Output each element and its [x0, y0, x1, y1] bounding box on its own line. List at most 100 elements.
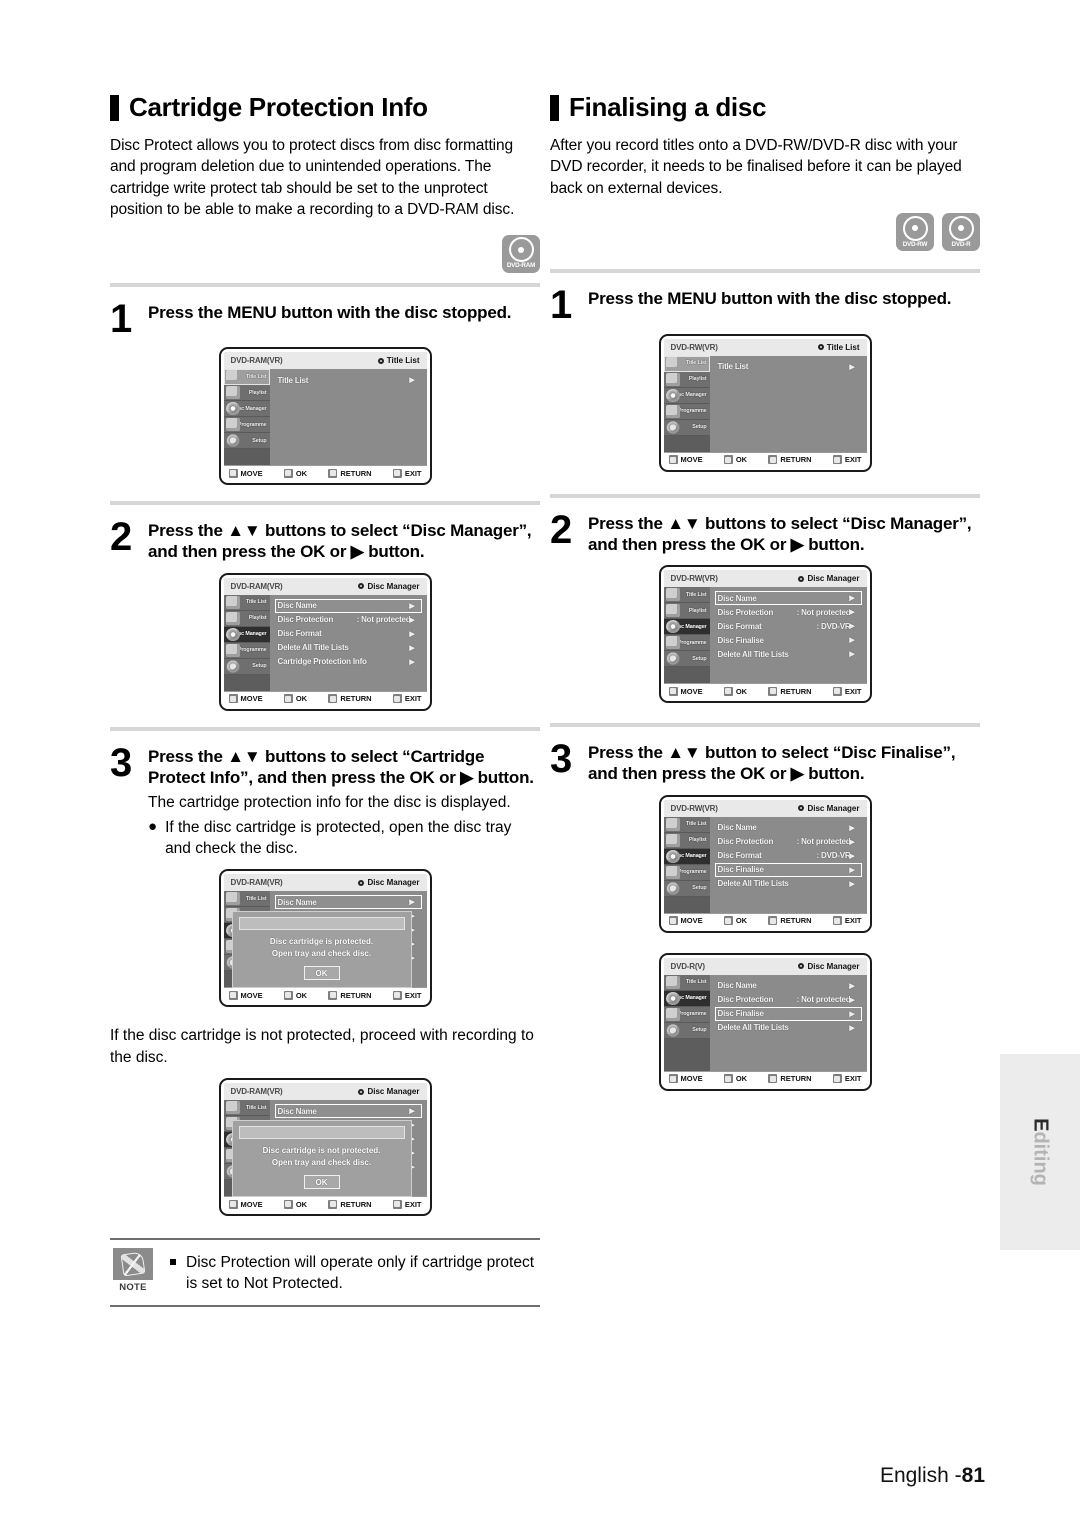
- osd-menu-row-disc-protection[interactable]: Disc Protection: Not protected▶: [715, 993, 862, 1007]
- programme-icon: [225, 643, 240, 657]
- disc-manager-icon: [665, 620, 680, 634]
- dialog-title-bar: [238, 1126, 405, 1140]
- bullet-dot-icon: ●: [148, 817, 158, 835]
- sidebar-item-disc-manager[interactable]: Disc Manager: [663, 619, 710, 636]
- osd-menu-row-disc-protection[interactable]: Disc Protection: Not protected▶: [275, 613, 422, 627]
- left-intro-paragraph: Disc Protect allows you to protect discs…: [110, 137, 515, 219]
- right-step-1: 1 Press the MENU button with the disc st…: [550, 285, 980, 325]
- sidebar-label: Programme: [677, 408, 707, 415]
- title-list-icon: [225, 370, 240, 384]
- osd-menu-row-disc-name[interactable]: Disc Name: ▶: [715, 979, 862, 993]
- osd-menu-row-disc-name[interactable]: Disc Name: ▶: [274, 895, 422, 910]
- sidebar-item-setup[interactable]: Setup: [663, 419, 710, 436]
- osd-titlebar: DVD-RW(VR) Disc Manager: [663, 799, 867, 817]
- menu-row-value: : Not protected: [796, 837, 851, 847]
- sidebar-item-playlist[interactable]: Playlist: [663, 371, 710, 388]
- sidebar-item-title-list[interactable]: Title List: [223, 369, 270, 386]
- sidebar-item-programme[interactable]: Programme: [663, 635, 710, 652]
- sidebar-item-playlist[interactable]: Playlist: [223, 610, 270, 627]
- sidebar-item-playlist[interactable]: Playlist: [223, 385, 270, 402]
- title-list-icon: [225, 1101, 240, 1115]
- side-tab-rest: diting: [1029, 1131, 1052, 1186]
- right-step-2: 2 Press the ▲▼ buttons to select “Disc M…: [550, 510, 980, 555]
- sidebar-item-title-list[interactable]: Title List: [223, 891, 270, 908]
- return-key-icon: [768, 686, 778, 696]
- osd-menu-row-disc-name[interactable]: Disc Name: ▶: [274, 598, 422, 613]
- sidebar-item-title-list[interactable]: Title List: [663, 355, 710, 372]
- osd-menu-row-disc-name[interactable]: Disc Name: ▶: [714, 591, 862, 606]
- page-footer: English -81: [880, 1464, 985, 1488]
- pencil-icon: [120, 1251, 146, 1277]
- osd-menu-row-disc-finalise[interactable]: Disc Finalise ▶: [715, 633, 862, 647]
- key-exit: EXIT: [392, 1199, 422, 1209]
- dialog-ok-button[interactable]: OK: [303, 966, 340, 981]
- osd-menu-row-disc-finalise[interactable]: Disc Finalise ▶: [714, 1006, 862, 1021]
- osd-menu-row-disc-format[interactable]: Disc Format ▶: [275, 627, 422, 641]
- osd-menu-row-disc-name[interactable]: Disc Name: ▶: [715, 821, 862, 835]
- sidebar-item-disc-manager[interactable]: Disc Manager: [663, 990, 710, 1007]
- osd-menu-row[interactable]: Title List ▶: [275, 373, 422, 387]
- sidebar-item-playlist[interactable]: Playlist: [663, 832, 710, 849]
- osd-menu-row-disc-protection[interactable]: Disc Protection: Not protected▶: [715, 835, 862, 849]
- osd-menu-row-disc-format[interactable]: Disc Format: DVD-VR ▶: [715, 619, 862, 633]
- sidebar-label: Setup: [692, 424, 707, 431]
- disc-manager-icon: [665, 849, 680, 863]
- sidebar-label: Playlist: [688, 607, 707, 614]
- osd-menu-row-delete-all[interactable]: Delete All Title Lists ▶: [715, 647, 862, 661]
- menu-row-label: Delete All Title Lists: [717, 1023, 789, 1033]
- sidebar-item-setup[interactable]: Setup: [223, 433, 270, 450]
- sidebar-item-title-list[interactable]: Title List: [223, 1100, 270, 1117]
- sidebar-item-disc-manager[interactable]: Disc Manager: [223, 626, 270, 643]
- sidebar-item-setup[interactable]: Setup: [663, 880, 710, 897]
- sidebar-item-disc-manager[interactable]: Disc Manager: [663, 387, 710, 404]
- osd-menu-row-delete-all[interactable]: Delete All Title Lists ▶: [275, 641, 422, 655]
- sidebar-item-programme[interactable]: Programme: [663, 1006, 710, 1023]
- osd-titlebar: DVD-RAM(VR) Disc Manager: [223, 577, 427, 595]
- dialog-ok-button[interactable]: OK: [303, 1175, 340, 1190]
- sidebar-item-programme[interactable]: Programme: [223, 642, 270, 659]
- osd-menu-row-cartridge-info[interactable]: Cartridge Protection Info ▶: [275, 655, 422, 669]
- menu-row-label: Delete All Title Lists: [717, 879, 789, 889]
- sidebar-item-programme[interactable]: Programme: [663, 864, 710, 881]
- key-ok: OK: [283, 468, 307, 478]
- key-ok: OK: [283, 694, 307, 704]
- step-number: 2: [110, 515, 133, 560]
- osd-sidebar: Title List Disc Manager Programme Setup: [663, 974, 710, 1071]
- menu-row-label: Disc Name: [717, 593, 757, 603]
- osd-sidebar: Title List Playlist Disc Manager Program…: [663, 355, 710, 452]
- osd-context-label: Disc Manager: [367, 581, 420, 591]
- osd-menu-row-delete-all[interactable]: Delete All Title Lists ▶: [715, 1021, 862, 1035]
- osd-menu-row[interactable]: Title List ▶: [715, 360, 862, 374]
- sidebar-item-title-list[interactable]: Title List: [223, 594, 270, 611]
- sidebar-item-playlist[interactable]: Playlist: [663, 603, 710, 620]
- sidebar-item-title-list[interactable]: Title List: [663, 974, 710, 991]
- osd-menu-row-delete-all[interactable]: Delete All Title Lists ▶: [715, 877, 862, 891]
- sidebar-item-title-list[interactable]: Title List: [663, 816, 710, 833]
- updown-key-icon: [668, 455, 678, 465]
- sidebar-item-disc-manager[interactable]: Disc Manager: [223, 401, 270, 418]
- key-exit: EXIT: [832, 1074, 862, 1084]
- osd-menu-row-disc-protection[interactable]: Disc Protection: Not protected▶: [715, 605, 862, 619]
- sidebar-item-title-list[interactable]: Title List: [663, 587, 710, 604]
- osd-sidebar: Title List Playlist Disc Manager Program…: [223, 369, 270, 466]
- sidebar-item-setup[interactable]: Setup: [223, 658, 270, 675]
- sidebar-label: Setup: [692, 885, 707, 892]
- sidebar-item-programme[interactable]: Programme: [663, 403, 710, 420]
- osd-context-label: Title List: [386, 356, 420, 366]
- return-key-icon: [768, 1074, 778, 1084]
- sidebar-item-setup[interactable]: Setup: [663, 651, 710, 668]
- osd-sidebar: Title List Playlist Disc Manager Program…: [663, 816, 710, 913]
- context-gear-icon: [358, 879, 365, 886]
- osd-menu-row-disc-finalise[interactable]: Disc Finalise ▶: [714, 862, 862, 877]
- sidebar-item-disc-manager[interactable]: Disc Manager: [663, 848, 710, 865]
- right-divider-1: [550, 269, 980, 274]
- osd-menu-row-disc-name[interactable]: Disc Name: ▶: [274, 1104, 422, 1119]
- ok-key-icon: [723, 1074, 733, 1084]
- sidebar-item-programme[interactable]: Programme: [223, 417, 270, 434]
- sidebar-item-setup[interactable]: Setup: [663, 1022, 710, 1039]
- osd-key-legend: MOVE OK RETURN EXIT: [663, 912, 867, 928]
- chevron-right-icon: ▶: [409, 630, 415, 638]
- osd-menu-row-disc-format[interactable]: Disc Format: DVD-VR ▶: [715, 849, 862, 863]
- dialog-message-line-1: Disc cartridge is protected.: [269, 937, 374, 947]
- menu-row-label: Disc Protection: [717, 995, 774, 1005]
